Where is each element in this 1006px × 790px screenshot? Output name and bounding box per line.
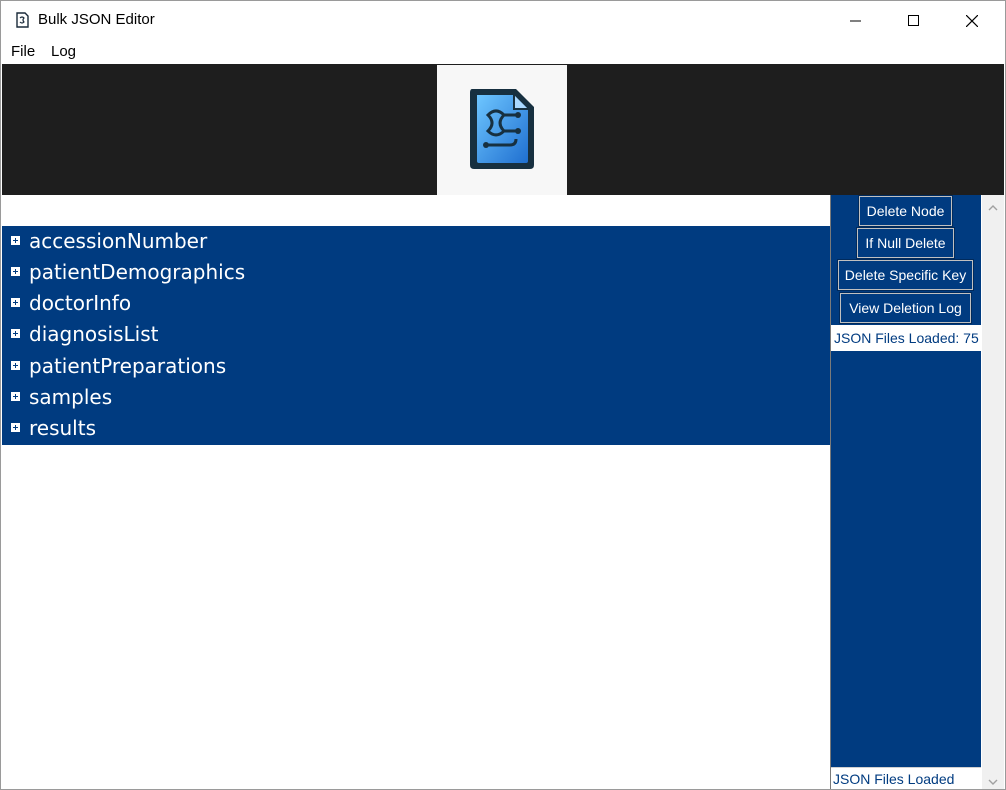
- menu-file[interactable]: File: [11, 43, 35, 60]
- menu-bar: File Log: [1, 40, 1005, 64]
- tree-node-label: results: [29, 416, 97, 440]
- if-null-delete-button[interactable]: If Null Delete: [856, 227, 955, 259]
- view-deletion-log-button[interactable]: View Deletion Log: [839, 292, 972, 324]
- title-bar: Bulk JSON Editor: [1, 1, 1005, 40]
- tree-node-label: diagnosisList: [29, 322, 159, 346]
- banner: [2, 64, 1004, 195]
- maximize-icon: [908, 14, 920, 27]
- app-window: Bulk JSON Editor File Log accessionNumbe…: [0, 0, 1006, 790]
- logo: [437, 65, 567, 195]
- expand-plus-icon[interactable]: [11, 392, 20, 401]
- expand-plus-icon[interactable]: [11, 329, 20, 338]
- json-tree-panel: accessionNumber patientDemographics doct…: [2, 195, 831, 789]
- tree-node-label: patientPreparations: [29, 354, 227, 378]
- window-title: Bulk JSON Editor: [38, 11, 155, 28]
- app-icon: [16, 12, 29, 28]
- tree-node-diagnosisList[interactable]: diagnosisList: [2, 319, 830, 350]
- chevron-up-icon: [988, 196, 998, 215]
- tree-node-samples[interactable]: samples: [2, 382, 830, 413]
- minimize-icon: [850, 15, 862, 27]
- vertical-scrollbar[interactable]: [982, 195, 1004, 789]
- tree-node-patientDemographics[interactable]: patientDemographics: [2, 257, 830, 288]
- tree-node-doctorInfo[interactable]: doctorInfo: [2, 288, 830, 319]
- files-loaded-status: JSON Files Loaded: [831, 767, 981, 789]
- tree-node-label: accessionNumber: [29, 229, 208, 253]
- expand-plus-icon[interactable]: [11, 236, 20, 245]
- close-icon: [966, 14, 978, 27]
- expand-plus-icon[interactable]: [11, 423, 20, 432]
- tree-node-patientPreparations[interactable]: patientPreparations: [2, 351, 830, 382]
- expand-plus-icon[interactable]: [11, 298, 20, 307]
- expand-plus-icon[interactable]: [11, 361, 20, 370]
- menu-log[interactable]: Log: [51, 43, 76, 60]
- delete-specific-key-button[interactable]: Delete Specific Key: [837, 259, 974, 291]
- maximize-button[interactable]: [885, 1, 943, 40]
- tree-node-label: samples: [29, 385, 113, 409]
- search-input[interactable]: [2, 195, 828, 225]
- scroll-down-button[interactable]: [982, 769, 1004, 789]
- json-file-logo-icon: [466, 85, 538, 175]
- tree-node-results[interactable]: results: [2, 413, 830, 444]
- tree-node-label: patientDemographics: [29, 260, 246, 284]
- minimize-button[interactable]: [827, 1, 885, 40]
- chevron-down-icon: [988, 770, 998, 789]
- scroll-up-button[interactable]: [982, 195, 1004, 215]
- json-tree: accessionNumber patientDemographics doct…: [2, 226, 830, 445]
- tree-node-accessionNumber[interactable]: accessionNumber: [2, 226, 830, 257]
- delete-node-button[interactable]: Delete Node: [858, 195, 953, 227]
- close-button[interactable]: [943, 1, 1001, 40]
- expand-plus-icon[interactable]: [11, 267, 20, 276]
- actions-panel: Delete Node If Null Delete Delete Specif…: [831, 195, 981, 767]
- tree-node-label: doctorInfo: [29, 291, 132, 315]
- files-loaded-count: JSON Files Loaded: 75: [831, 325, 981, 351]
